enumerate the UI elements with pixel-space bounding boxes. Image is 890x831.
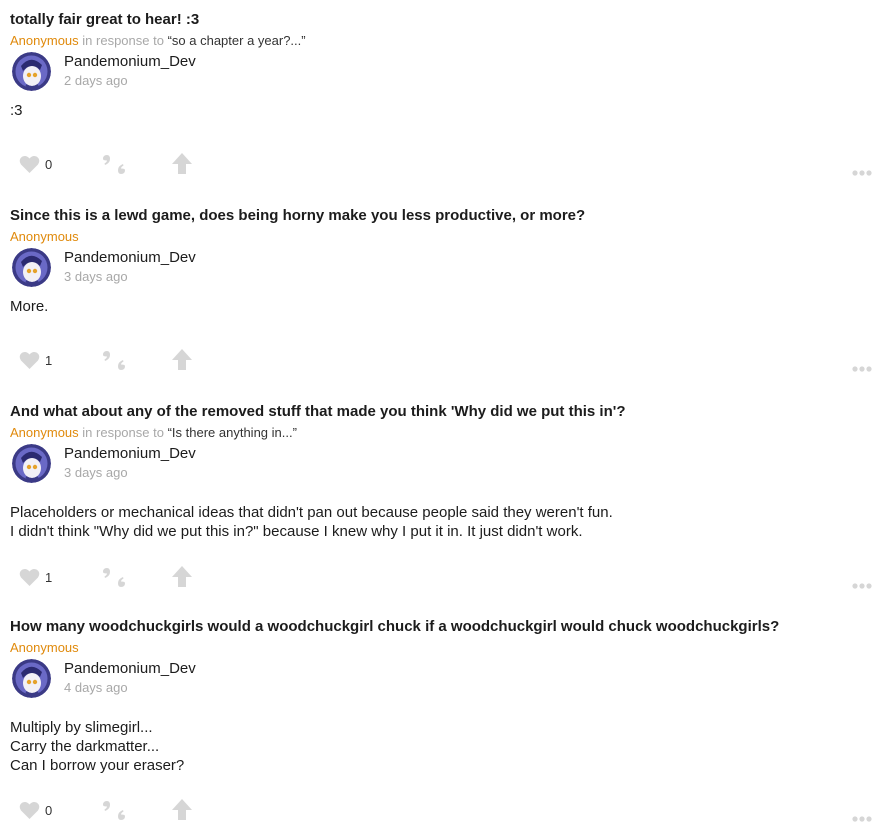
quote-icon[interactable] <box>102 565 126 595</box>
avatar[interactable] <box>12 444 51 483</box>
heart-icon[interactable] <box>19 351 40 375</box>
action-bar: 0 <box>0 798 890 824</box>
answer-line: Multiply by slimegirl... <box>10 719 153 736</box>
asker-name[interactable]: Anonymous <box>10 229 79 244</box>
author-name[interactable]: Pandemonium_Dev <box>64 53 196 71</box>
question-text: How many woodchuckgirls would a woodchuc… <box>10 618 780 635</box>
share-arrow-icon[interactable] <box>171 565 193 594</box>
quote-icon[interactable] <box>102 348 126 378</box>
heart-icon[interactable] <box>19 801 40 825</box>
action-bar: 1 <box>0 348 890 374</box>
author-name[interactable]: Pandemonium_Dev <box>64 445 196 463</box>
more-dots-icon[interactable] <box>852 163 872 181</box>
post-timestamp[interactable]: 3 days ago <box>64 268 128 286</box>
answer-line: :3 <box>10 102 23 119</box>
answer-text: Placeholders or mechanical ideas that di… <box>10 503 613 541</box>
action-bar: 1 <box>0 565 890 591</box>
asker-line: Anonymous in response to “Is there anyth… <box>10 424 297 442</box>
post-timestamp[interactable]: 4 days ago <box>64 679 128 697</box>
avatar[interactable] <box>12 52 51 91</box>
action-bar: 0 <box>0 152 890 178</box>
heart-icon[interactable] <box>19 568 40 592</box>
more-dots-icon[interactable] <box>852 576 872 594</box>
question-text: And what about any of the removed stuff … <box>10 403 626 420</box>
answer-line: Can I borrow your eraser? <box>10 757 185 774</box>
avatar[interactable] <box>12 248 51 287</box>
in-response-to-label: in response to <box>82 33 164 48</box>
more-dots-icon[interactable] <box>852 359 872 377</box>
share-arrow-icon[interactable] <box>171 348 193 377</box>
asker-name[interactable]: Anonymous <box>10 425 79 440</box>
share-arrow-icon[interactable] <box>171 798 193 827</box>
share-arrow-icon[interactable] <box>171 152 193 181</box>
like-count: 0 <box>45 157 53 172</box>
answer-text: More. <box>10 297 48 316</box>
asker-line: Anonymous <box>10 639 79 657</box>
answer-line: I didn't think "Why did we put this in?"… <box>10 523 583 540</box>
quoted-question-link[interactable]: “Is there anything in...” <box>168 425 297 440</box>
answer-text: :3 <box>10 101 23 120</box>
like-count: 0 <box>45 803 53 818</box>
answer-line: Carry the darkmatter... <box>10 738 160 755</box>
answer-line: Placeholders or mechanical ideas that di… <box>10 504 613 521</box>
heart-icon[interactable] <box>19 155 40 179</box>
question-text: Since this is a lewd game, does being ho… <box>10 207 586 224</box>
like-count: 1 <box>45 353 53 368</box>
answer-line: More. <box>10 298 49 315</box>
answer-text: Multiply by slimegirl... Carry the darkm… <box>10 718 184 775</box>
author-name[interactable]: Pandemonium_Dev <box>64 660 196 678</box>
more-dots-icon[interactable] <box>852 809 872 827</box>
question-text: totally fair great to hear! :3 <box>10 11 200 28</box>
quoted-question-link[interactable]: “so a chapter a year?...” <box>168 33 306 48</box>
asker-line: Anonymous in response to “so a chapter a… <box>10 32 306 50</box>
quote-icon[interactable] <box>102 152 126 182</box>
asker-name[interactable]: Anonymous <box>10 640 79 655</box>
asker-name[interactable]: Anonymous <box>10 33 79 48</box>
author-name[interactable]: Pandemonium_Dev <box>64 249 196 267</box>
asker-line: Anonymous <box>10 228 79 246</box>
in-response-to-label: in response to <box>82 425 164 440</box>
post-timestamp[interactable]: 2 days ago <box>64 72 128 90</box>
post-timestamp[interactable]: 3 days ago <box>64 464 128 482</box>
like-count: 1 <box>45 570 53 585</box>
avatar[interactable] <box>12 659 51 698</box>
quote-icon[interactable] <box>102 798 126 828</box>
